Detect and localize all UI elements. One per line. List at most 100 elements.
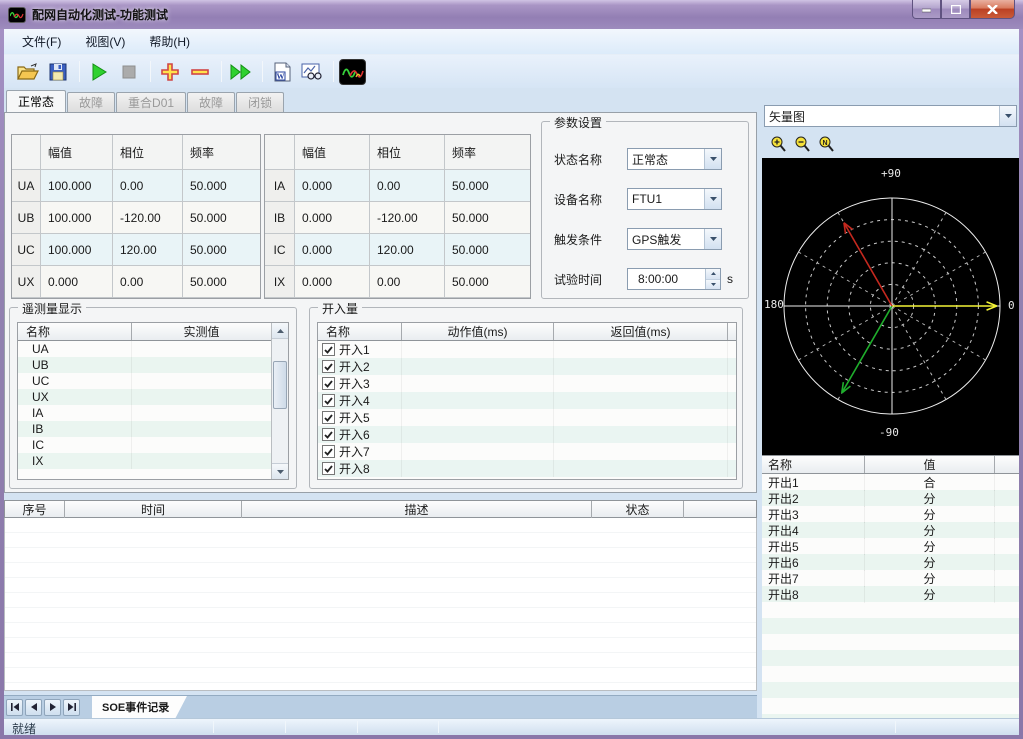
amplitude-cell[interactable]: 100.000 [41,202,113,234]
phase-cell[interactable]: 0.00 [370,170,445,202]
telemetry-row[interactable]: UB [18,357,271,373]
spin-down-button[interactable] [706,280,720,290]
state-tab[interactable]: 重合D01 [116,92,186,112]
telemetry-row[interactable]: UX [18,389,271,405]
voltage-row: UC 100.000 120.00 50.000 [12,234,260,266]
state-tab[interactable]: 故障 [67,92,115,112]
input-checkbox[interactable] [322,377,335,390]
phase-cell[interactable]: 0.00 [113,170,183,202]
zoom-in-icon[interactable] [766,133,790,155]
next-page-button[interactable] [44,699,61,716]
phase-cell[interactable]: 0.00 [370,266,445,298]
amplitude-cell[interactable]: 0.000 [295,170,370,202]
digital-output-row[interactable]: 开出4 分 [762,522,1019,538]
telemetry-row[interactable]: IA [18,405,271,421]
prev-page-button[interactable] [25,699,42,716]
stop-button[interactable] [115,59,142,85]
phase-cell[interactable]: -120.00 [113,202,183,234]
empty-row [5,533,756,548]
event-table-body[interactable] [4,518,757,691]
digital-output-row[interactable]: 开出1 合 [762,474,1019,490]
add-state-button[interactable] [156,59,183,85]
save-button[interactable] [44,59,71,85]
frequency-cell[interactable]: 50.000 [183,266,260,298]
remove-state-button[interactable] [186,59,213,85]
test-time-spinner[interactable]: 8:00:00 [627,268,721,290]
zoom-out-icon[interactable] [790,133,814,155]
output-name: 开出1 [762,474,865,491]
frequency-cell[interactable]: 50.000 [183,202,260,234]
amplitude-cell[interactable]: 0.000 [295,234,370,266]
digital-output-row[interactable]: 开出8 分 [762,586,1019,602]
telemetry-value [132,357,271,373]
frequency-cell[interactable]: 50.000 [183,234,260,266]
amplitude-cell[interactable]: 100.000 [41,170,113,202]
input-checkbox[interactable] [322,343,335,356]
state-tab[interactable]: 闭锁 [236,92,284,112]
chevron-down-icon[interactable] [704,189,721,209]
state-tab[interactable]: 正常态 [6,90,66,112]
close-button[interactable] [970,0,1015,19]
report-preview-button[interactable] [298,59,325,85]
input-checkbox[interactable] [322,411,335,424]
frequency-cell[interactable]: 50.000 [445,234,530,266]
vertical-scrollbar[interactable] [271,323,288,479]
maximize-button[interactable] [941,0,970,19]
trigger-condition-select[interactable]: GPS触发 [627,228,722,250]
menu-view[interactable]: 视图(V) [73,29,137,54]
minimize-button[interactable] [912,0,941,19]
phase-cell[interactable]: 120.00 [113,234,183,266]
frequency-cell[interactable]: 50.000 [445,170,530,202]
amplitude-cell[interactable]: 0.000 [41,266,113,298]
telemetry-row[interactable]: IB [18,421,271,437]
phase-cell[interactable]: 0.00 [113,266,183,298]
telemetry-row[interactable]: UC [18,373,271,389]
scroll-up-button[interactable] [272,323,288,339]
first-page-button[interactable] [6,699,23,716]
zoom-reset-icon[interactable]: N [814,133,838,155]
device-name-select[interactable]: FTU1 [627,188,722,210]
chevron-down-icon[interactable] [999,106,1016,126]
telemetry-row[interactable]: IX [18,453,271,469]
open-button[interactable] [14,59,41,85]
telemetry-row[interactable]: IC [18,437,271,453]
input-checkbox[interactable] [322,462,335,475]
soe-record-tab[interactable]: SOE事件记录 [92,696,187,719]
state-tab[interactable]: 故障 [187,92,235,112]
digital-output-row[interactable]: 开出3 分 [762,506,1019,522]
input-checkbox[interactable] [322,445,335,458]
chevron-down-icon[interactable] [704,229,721,249]
run-button[interactable] [85,59,112,85]
fast-forward-button[interactable] [227,59,254,85]
input-checkbox[interactable] [322,360,335,373]
amplitude-cell[interactable]: 0.000 [295,202,370,234]
menu-file[interactable]: 文件(F) [10,29,73,54]
digital-output-row[interactable]: 开出5 分 [762,538,1019,554]
scroll-down-button[interactable] [272,463,288,479]
digital-output-row[interactable]: 开出6 分 [762,554,1019,570]
chevron-down-icon[interactable] [704,149,721,169]
scrollbar-thumb[interactable] [273,361,287,409]
last-page-button[interactable] [63,699,80,716]
input-checkbox[interactable] [322,428,335,441]
waveform-button[interactable] [339,59,366,85]
state-name-select[interactable]: 正常态 [627,148,722,170]
telemetry-row[interactable]: UA [18,341,271,357]
view-select[interactable]: 矢量图 [764,105,1017,127]
phase-cell[interactable]: -120.00 [370,202,445,234]
scrollbar-track[interactable] [272,339,288,463]
amplitude-cell[interactable]: 100.000 [41,234,113,266]
word-report-button[interactable]: W [268,59,295,85]
param-settings-group: 参数设置 状态名称 正常态 设备名称 FTU1 [541,121,749,299]
frequency-cell[interactable]: 50.000 [183,170,260,202]
menu-help[interactable]: 帮助(H) [137,29,202,54]
frequency-cell[interactable]: 50.000 [445,202,530,234]
digital-output-row[interactable]: 开出2 分 [762,490,1019,506]
amplitude-cell[interactable]: 0.000 [295,266,370,298]
phase-cell[interactable]: 120.00 [370,234,445,266]
spin-up-button[interactable] [706,269,720,280]
input-checkbox[interactable] [322,394,335,407]
frequency-cell[interactable]: 50.000 [445,266,530,298]
input-name: 开入3 [339,375,370,392]
digital-output-row[interactable]: 开出7 分 [762,570,1019,586]
